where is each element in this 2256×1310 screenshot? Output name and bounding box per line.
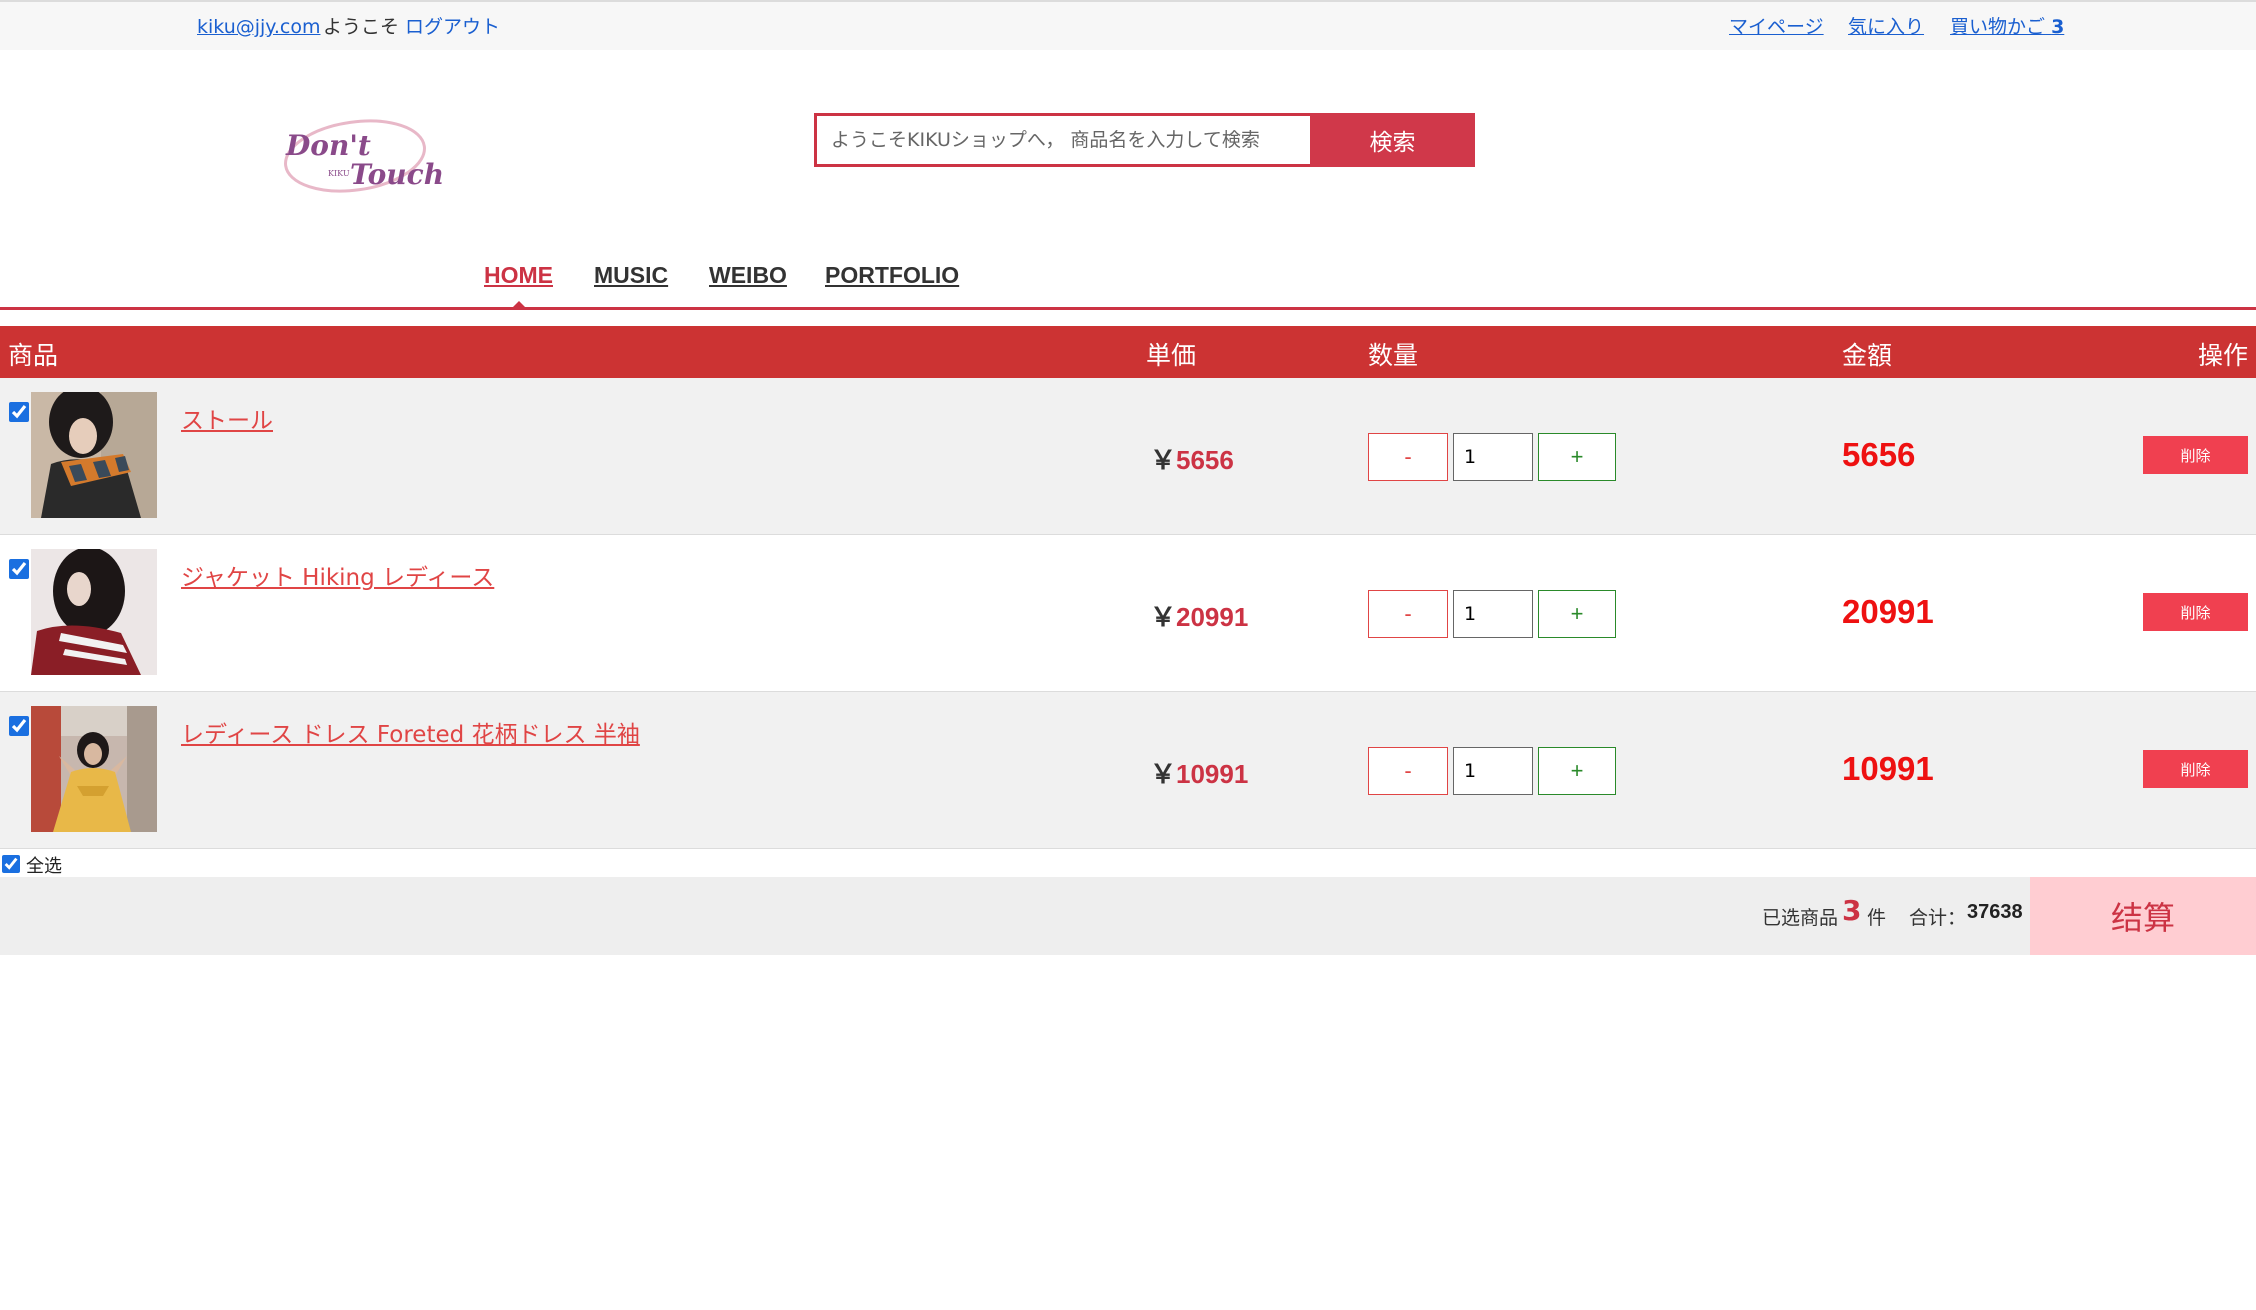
selected-items-label: 已选商品 <box>1762 907 1839 929</box>
site-logo[interactable]: Don't KIKU Touch <box>280 110 450 202</box>
cart-link[interactable]: 買い物かご 3 <box>1950 15 2064 39</box>
product-thumbnail-jacket[interactable] <box>31 549 157 675</box>
delete-button[interactable]: 削除 <box>2143 750 2248 788</box>
unit-price: ￥5656 <box>1150 440 1234 477</box>
product-name-link[interactable]: レディース ドレス Foreted 花柄ドレス 半袖 <box>181 715 640 749</box>
nav-portfolio[interactable]: PORTFOLIO <box>825 262 959 289</box>
product-name-link[interactable]: ストール <box>181 401 273 435</box>
checkout-button[interactable]: 结算 <box>2030 877 2256 955</box>
cart-count-badge: 3 <box>2051 16 2065 38</box>
header-amount: 金額 <box>1842 341 1893 370</box>
cart-row: レディース ドレス Foreted 花柄ドレス 半袖 ￥10991 - + 10… <box>0 692 2256 849</box>
search-button[interactable]: 検索 <box>1310 113 1475 167</box>
delete-button[interactable]: 削除 <box>2143 436 2248 474</box>
row-amount: 20991 <box>1842 593 1934 630</box>
unit-price-value: 20991 <box>1176 602 1249 632</box>
unit-price-value: 10991 <box>1176 759 1249 789</box>
top-bar: kiku@jjy.com ようこそ ログアウト マイページ 気に入り 買い物かご… <box>0 0 2256 50</box>
header-unit-price: 単価 <box>1146 341 1197 370</box>
decrease-qty-button[interactable]: - <box>1368 433 1448 481</box>
cart-table-header: 商品 単価 数量 金額 操作 <box>0 326 2256 378</box>
currency-symbol: ￥ <box>1150 445 1177 475</box>
header-quantity: 数量 <box>1368 341 1419 370</box>
cart-link-label: 買い物かご <box>1950 16 2046 38</box>
unit-price: ￥10991 <box>1150 754 1248 791</box>
product-thumbnail-dress[interactable] <box>31 706 157 832</box>
search-bar: 検索 <box>814 113 1475 167</box>
mypage-link[interactable]: マイページ <box>1729 15 1824 39</box>
nav-weibo[interactable]: WEIBO <box>709 262 787 289</box>
main-nav: HOME MUSIC WEIBO PORTFOLIO <box>0 250 2256 310</box>
welcome-text: ようこそ <box>323 16 400 38</box>
product-name-link[interactable]: ジャケット Hiking レディース <box>181 558 494 592</box>
decrease-qty-button[interactable]: - <box>1368 747 1448 795</box>
delete-button[interactable]: 削除 <box>2143 593 2248 631</box>
row-checkbox[interactable] <box>9 716 29 736</box>
active-nav-indicator <box>510 301 528 310</box>
logo-text-small: KIKU <box>328 169 350 178</box>
row-checkbox[interactable] <box>9 559 29 579</box>
total-label: 合计： <box>1909 907 1967 929</box>
selected-items-unit: 件 <box>1867 907 1887 929</box>
product-thumbnail-stole[interactable] <box>31 392 157 518</box>
header-action: 操作 <box>2198 341 2249 370</box>
favorites-link[interactable]: 気に入り <box>1848 15 1924 39</box>
unit-price-value: 5656 <box>1176 445 1234 475</box>
selected-items-count: 3 <box>1842 894 1862 927</box>
currency-symbol: ￥ <box>1150 759 1177 789</box>
logout-link[interactable]: ログアウト <box>405 15 500 39</box>
nav-music[interactable]: MUSIC <box>594 262 668 289</box>
increase-qty-button[interactable]: + <box>1538 433 1616 481</box>
row-checkbox[interactable] <box>9 402 29 422</box>
header-product: 商品 <box>8 341 59 370</box>
decrease-qty-button[interactable]: - <box>1368 590 1448 638</box>
logo-text-line2: Touch <box>350 158 444 191</box>
user-email-link[interactable]: kiku@jjy.com <box>197 15 320 39</box>
quantity-input[interactable] <box>1453 590 1533 638</box>
unit-price: ￥20991 <box>1150 597 1248 634</box>
currency-symbol: ￥ <box>1150 602 1177 632</box>
nav-home[interactable]: HOME <box>484 262 553 289</box>
quantity-input[interactable] <box>1453 433 1533 481</box>
search-input[interactable] <box>814 113 1310 167</box>
select-all-label: 全选 <box>26 856 62 877</box>
increase-qty-button[interactable]: + <box>1538 590 1616 638</box>
row-amount: 5656 <box>1842 436 1916 473</box>
cart-row: ストール ￥5656 - + 5656 削除 <box>0 378 2256 535</box>
quantity-input[interactable] <box>1453 747 1533 795</box>
cart-summary: 已选商品 3 件 合计： 37638 结算 <box>0 877 2256 955</box>
row-amount: 10991 <box>1842 750 1934 787</box>
logo-graphic: Don't KIKU Touch <box>284 119 444 193</box>
select-all-checkbox[interactable] <box>2 855 20 873</box>
increase-qty-button[interactable]: + <box>1538 747 1616 795</box>
cart-row: ジャケット Hiking レディース ￥20991 - + 20991 削除 <box>0 535 2256 692</box>
total-value: 37638 <box>1967 901 2023 923</box>
